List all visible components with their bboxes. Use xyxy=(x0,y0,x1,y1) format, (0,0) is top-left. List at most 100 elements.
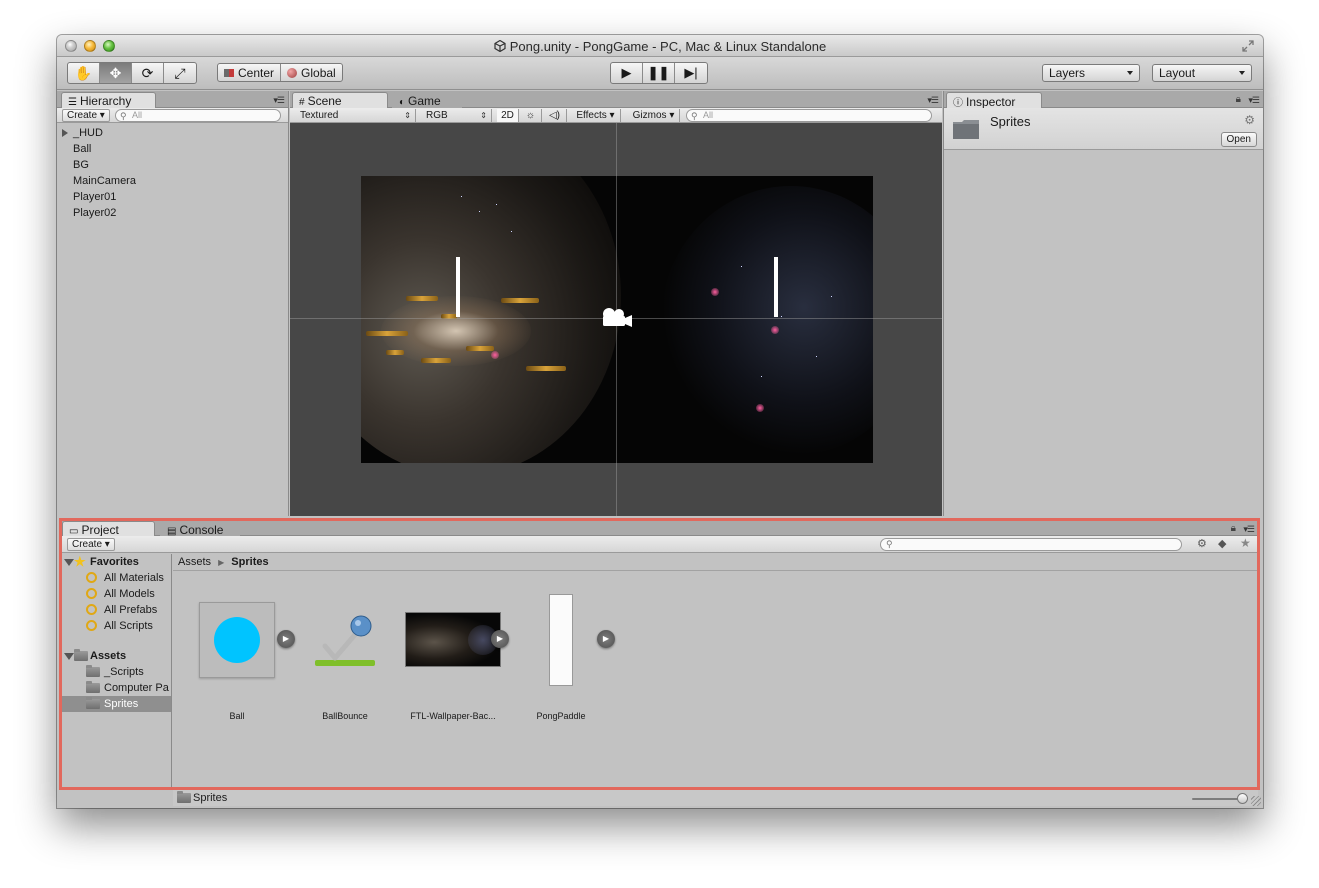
nebula-graphic xyxy=(661,186,873,456)
audio-toggle[interactable]: ◁) xyxy=(543,109,567,122)
create-label: Create xyxy=(67,110,98,121)
collapse-arrow-icon[interactable] xyxy=(64,559,74,566)
tag-icon[interactable]: ◆ xyxy=(1218,537,1226,550)
pivot-global-button[interactable]: Global xyxy=(281,64,342,81)
play-button[interactable]: ▶ xyxy=(611,63,643,83)
expand-sprite-icon[interactable]: ▶ xyxy=(597,630,615,648)
favorite-item[interactable]: All Models xyxy=(62,586,171,602)
star xyxy=(831,296,832,297)
updown-icon: ⇕ xyxy=(480,111,487,120)
assets-label: Assets xyxy=(90,650,127,662)
favorite-item[interactable]: All Prefabs xyxy=(62,602,171,618)
scene-panel: # Scene ◐ Game ▾☰ Textured ⇕ RGB ⇕ 2D ☼ ◁) E… xyxy=(290,91,942,516)
create-label: Create xyxy=(72,539,103,550)
center-pivot-icon xyxy=(224,68,234,77)
folder-item[interactable]: Computer Pa xyxy=(62,680,171,696)
step-icon: ▶| xyxy=(684,65,698,80)
hierarchy-item[interactable]: Player02 xyxy=(57,205,288,221)
project-search-input[interactable]: ⚲ xyxy=(880,538,1182,551)
hierarchy-item[interactable]: MainCamera xyxy=(57,173,288,189)
window-title: Pong.unity - PongGame - PC, Mac & Linux … xyxy=(509,39,827,54)
hierarchy-item[interactable]: Player01 xyxy=(57,189,288,205)
search-icon: ⚲ xyxy=(120,111,127,121)
tab-hierarchy[interactable]: ☰ Hierarchy xyxy=(61,92,156,108)
transform-tools: ✋ ✥ ⟳ ⤢ xyxy=(67,62,197,84)
project-create-button[interactable]: Create ▾ xyxy=(67,538,115,551)
hierarchy-create-button[interactable]: Create ▾ xyxy=(62,109,110,122)
tab-project[interactable]: ▭ Project xyxy=(62,521,155,537)
breadcrumb: Assets ▶ Sprites xyxy=(173,554,1258,571)
scene-viewport[interactable] xyxy=(290,123,942,516)
open-button[interactable]: Open xyxy=(1220,132,1257,147)
inspector-title: Sprites xyxy=(990,114,1031,129)
tab-scene[interactable]: # Scene xyxy=(292,92,388,108)
folder-icon xyxy=(953,120,979,139)
ship-sprite xyxy=(466,346,494,351)
effects-dropdown[interactable]: Effects ▾ xyxy=(571,109,621,122)
grid-icon: # xyxy=(299,97,305,108)
expand-sprite-icon[interactable]: ▶ xyxy=(491,630,509,648)
player01-paddle[interactable] xyxy=(456,257,460,317)
list-icon: ☰ xyxy=(68,97,77,108)
zoom-slider-knob[interactable] xyxy=(1237,793,1248,804)
filter-type-icon[interactable]: ⚙ xyxy=(1197,537,1207,550)
scale-tool-button[interactable]: ⤢ xyxy=(164,63,196,83)
panel-menu-icon[interactable]: ▾☰ xyxy=(927,95,939,106)
expand-sprite-icon[interactable]: ▶ xyxy=(277,630,295,648)
effects-label: Effects xyxy=(576,110,607,121)
star-icon[interactable]: ★ xyxy=(1240,536,1251,550)
lock-icon[interactable]: 🔒︎ xyxy=(1236,94,1241,105)
fullscreen-icon[interactable] xyxy=(1241,39,1255,53)
gear-icon[interactable]: ⚙ xyxy=(1244,113,1255,127)
hierarchy-item[interactable]: Ball xyxy=(57,141,288,157)
collapse-arrow-icon[interactable] xyxy=(64,653,74,660)
inspector-header: Sprites ⚙ Open xyxy=(944,108,1263,150)
breadcrumb-root[interactable]: Assets xyxy=(178,556,211,568)
pivot-center-button[interactable]: Center xyxy=(218,64,282,81)
favorite-item[interactable]: All Materials xyxy=(62,570,171,586)
color-mode-dropdown[interactable]: RGB ⇕ xyxy=(420,109,492,122)
player02-paddle[interactable] xyxy=(774,257,778,317)
camera-gizmo-icon[interactable] xyxy=(599,306,633,330)
rotate-tool-button[interactable]: ⟳ xyxy=(132,63,164,83)
favorite-item[interactable]: All Scripts xyxy=(62,618,171,634)
layers-dropdown[interactable]: Layers xyxy=(1042,64,1140,82)
assets-header[interactable]: Assets xyxy=(62,648,171,664)
panel-menu-icon[interactable]: ▾☰ xyxy=(273,95,285,106)
move-tool-button[interactable]: ✥ xyxy=(100,63,132,83)
scene-search-input[interactable]: ⚲ All xyxy=(686,109,932,122)
mode-2d-toggle[interactable]: 2D xyxy=(497,109,519,122)
search-icon xyxy=(86,604,97,615)
hierarchy-item[interactable]: BG xyxy=(57,157,288,173)
tab-project-label: Project xyxy=(81,523,119,537)
hand-tool-button[interactable]: ✋ xyxy=(68,63,100,83)
hierarchy-search-input[interactable]: ⚲ All xyxy=(115,109,281,122)
star xyxy=(479,211,480,212)
render-mode-dropdown[interactable]: Textured ⇕ xyxy=(294,109,416,122)
gizmos-dropdown[interactable]: Gizmos ▾ xyxy=(628,109,680,122)
pause-button[interactable]: ❚❚ xyxy=(643,63,675,83)
tab-inspector[interactable]: ⓘ Inspector xyxy=(946,92,1042,109)
layout-dropdown[interactable]: Layout xyxy=(1152,64,1252,82)
folder-item[interactable]: _Scripts xyxy=(62,664,171,680)
panel-menu-icon[interactable]: ▾☰ xyxy=(1243,524,1255,535)
tab-game[interactable]: ◐ Game xyxy=(392,92,462,108)
lighting-toggle[interactable]: ☼ xyxy=(520,109,542,122)
lock-icon[interactable]: 🔒︎ xyxy=(1231,523,1236,534)
expand-arrow-icon[interactable] xyxy=(62,129,68,137)
ship-sprite xyxy=(366,331,408,336)
step-button[interactable]: ▶| xyxy=(675,63,707,83)
minimize-window-button[interactable] xyxy=(84,40,96,52)
hierarchy-item[interactable]: _HUD xyxy=(57,125,288,141)
close-window-button[interactable] xyxy=(65,40,77,52)
zoom-window-button[interactable] xyxy=(103,40,115,52)
folder-item-selected[interactable]: Sprites xyxy=(62,696,171,712)
status-path: Sprites xyxy=(193,792,228,804)
window-resize-grip[interactable] xyxy=(1251,796,1261,806)
panel-menu-icon[interactable]: ▾☰ xyxy=(1248,95,1260,106)
favorites-header[interactable]: ★ Favorites xyxy=(62,554,171,570)
window-title-wrap: Pong.unity - PongGame - PC, Mac & Linux … xyxy=(494,39,827,54)
breadcrumb-current[interactable]: Sprites xyxy=(231,556,268,568)
tab-console[interactable]: ▤ Console xyxy=(160,521,240,537)
tab-scene-label: Scene xyxy=(307,94,342,108)
